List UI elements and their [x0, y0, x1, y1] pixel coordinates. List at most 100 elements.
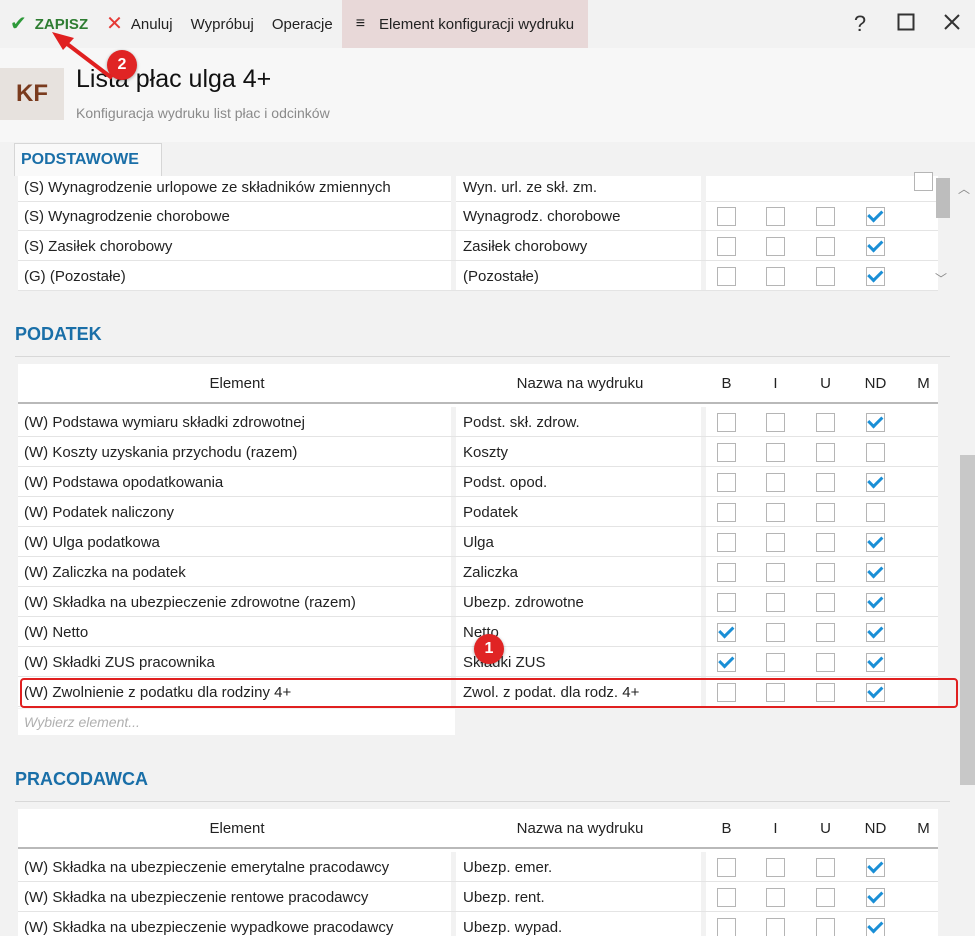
column-header-element[interactable]: Element	[18, 809, 456, 847]
checkbox-nd[interactable]	[866, 592, 885, 612]
checkbox-nd[interactable]	[866, 266, 885, 286]
checkbox-i[interactable]	[766, 236, 785, 256]
checkbox-u[interactable]	[816, 502, 835, 522]
checkbox-nd[interactable]	[866, 206, 885, 226]
scroll-down-icon[interactable]: ﹀	[935, 270, 947, 287]
checkbox-b[interactable]	[717, 532, 736, 552]
checkbox-u[interactable]	[816, 442, 835, 462]
checkbox-nd[interactable]	[866, 502, 885, 522]
column-header-b[interactable]: B	[704, 809, 749, 847]
checkbox-i[interactable]	[766, 622, 785, 642]
checkbox-nd[interactable]	[866, 652, 885, 672]
checkbox-b[interactable]	[717, 206, 736, 226]
checkbox-b[interactable]	[717, 857, 736, 877]
print-name-cell[interactable]: Zasiłek chorobowy	[456, 231, 701, 261]
checkbox-i[interactable]	[766, 917, 785, 936]
checkbox-b[interactable]	[717, 592, 736, 612]
checkbox-u[interactable]	[816, 532, 835, 552]
checkbox-nd[interactable]	[866, 917, 885, 936]
table-row[interactable]: (W) Podstawa opodatkowania Podst. opod.	[18, 467, 938, 497]
print-name-cell[interactable]: (Pozostałe)	[456, 261, 701, 291]
checkbox-u[interactable]	[816, 887, 835, 907]
table-row[interactable]: (W) Koszty uzyskania przychodu (razem) Ko…	[18, 437, 938, 467]
checkbox-i[interactable]	[766, 206, 785, 226]
checkbox-b[interactable]	[717, 887, 736, 907]
checkbox-u[interactable]	[816, 562, 835, 582]
checkbox-nd[interactable]	[866, 532, 885, 552]
try-button[interactable]: Wypróbuj	[182, 0, 263, 48]
table-row[interactable]: (W) Podstawa wymiaru składki zdrowotnej P…	[18, 407, 938, 437]
column-header-i[interactable]: I	[753, 364, 798, 402]
checkbox-u[interactable]	[816, 206, 835, 226]
table-row[interactable]: (S) Wynagrodzenie urlopowe ze składników…	[18, 171, 938, 202]
column-header-name[interactable]: Nazwa na wydruku	[456, 364, 704, 402]
print-name-cell[interactable]: Ubezp. emer.	[456, 852, 701, 882]
checkbox-b[interactable]	[717, 917, 736, 936]
column-header-nd[interactable]: ND	[853, 809, 898, 847]
checkbox-b[interactable]	[717, 442, 736, 462]
checkbox-b[interactable]	[717, 622, 736, 642]
table-row[interactable]: (W) Zaliczka na podatek Zaliczka	[18, 557, 938, 587]
checkbox-u[interactable]	[816, 917, 835, 936]
checkbox-i[interactable]	[766, 592, 785, 612]
table-row[interactable]: (W) Składka na ubezpieczenie rentowe pra…	[18, 882, 938, 912]
column-header-u[interactable]: U	[803, 809, 848, 847]
checkbox-nd[interactable]	[866, 442, 885, 462]
checkbox-nd[interactable]	[866, 562, 885, 582]
column-header-b[interactable]: B	[704, 364, 749, 402]
maximize-icon[interactable]	[883, 11, 929, 37]
checkbox-b[interactable]	[717, 266, 736, 286]
checkbox-i[interactable]	[766, 442, 785, 462]
checkbox-i[interactable]	[766, 502, 785, 522]
checkbox-b[interactable]	[717, 472, 736, 492]
main-scrollbar-thumb[interactable]	[960, 455, 975, 785]
checkbox-m[interactable]	[914, 171, 933, 191]
operations-button[interactable]: Operacje	[263, 0, 342, 48]
save-button[interactable]: ✔ ZAPISZ	[0, 0, 97, 48]
table-row[interactable]: (W) Ulga podatkowa Ulga	[18, 527, 938, 557]
table-row[interactable]: (W) Składka na ubezpieczenie zdrowotne (…	[18, 587, 938, 617]
help-icon[interactable]: ?	[837, 11, 883, 37]
checkbox-u[interactable]	[816, 652, 835, 672]
checkbox-u[interactable]	[816, 592, 835, 612]
table-row[interactable]: (S) Wynagrodzenie chorobowe Wynagrodz. ch…	[18, 201, 938, 231]
print-name-cell[interactable]: Ubezp. wypad.	[456, 912, 701, 936]
print-name-cell[interactable]: Ubezp. rent.	[456, 882, 701, 912]
checkbox-nd[interactable]	[866, 472, 885, 492]
checkbox-i[interactable]	[766, 887, 785, 907]
element-config-menu[interactable]: ≡ Element konfiguracji wydruku	[341, 0, 589, 48]
checkbox-nd[interactable]	[866, 857, 885, 877]
print-name-cell[interactable]: Podatek	[456, 497, 701, 527]
checkbox-u[interactable]	[816, 266, 835, 286]
checkbox-i[interactable]	[766, 266, 785, 286]
checkbox-nd[interactable]	[866, 412, 885, 432]
print-name-cell[interactable]: Podst. skł. zdrow.	[456, 407, 701, 437]
print-name-cell[interactable]: Wynagrodz. chorobowe	[456, 201, 701, 231]
column-header-m[interactable]: M	[901, 809, 946, 847]
checkbox-u[interactable]	[816, 472, 835, 492]
checkbox-u[interactable]	[816, 622, 835, 642]
checkbox-b[interactable]	[717, 562, 736, 582]
checkbox-u[interactable]	[816, 857, 835, 877]
checkbox-b[interactable]	[717, 412, 736, 432]
checkbox-nd[interactable]	[866, 622, 885, 642]
column-header-i[interactable]: I	[753, 809, 798, 847]
table-row[interactable]: (W) Podatek naliczony Podatek	[18, 497, 938, 527]
print-name-cell[interactable]: Wyn. url. ze skł. zm.	[456, 172, 701, 202]
element-picker-input[interactable]: Wybierz element...	[18, 709, 455, 735]
checkbox-b[interactable]	[717, 652, 736, 672]
checkbox-b[interactable]	[717, 236, 736, 256]
print-name-cell[interactable]: Ubezp. zdrowotne	[456, 587, 701, 617]
cancel-button[interactable]: ✕ Anuluj	[97, 0, 181, 48]
table-row[interactable]: (G) (Pozostałe) (Pozostałe)	[18, 261, 938, 291]
checkbox-i[interactable]	[766, 857, 785, 877]
table-row[interactable]: (W) Składka na ubezpieczenie emerytalne …	[18, 852, 938, 882]
checkbox-i[interactable]	[766, 472, 785, 492]
print-name-cell[interactable]: Ulga	[456, 527, 701, 557]
table-row[interactable]: (S) Zasiłek chorobowy Zasiłek chorobowy	[18, 231, 938, 261]
checkbox-u[interactable]	[816, 412, 835, 432]
column-header-u[interactable]: U	[803, 364, 848, 402]
checkbox-i[interactable]	[766, 652, 785, 672]
column-header-element[interactable]: Element	[18, 364, 456, 402]
print-name-cell[interactable]: Zaliczka	[456, 557, 701, 587]
